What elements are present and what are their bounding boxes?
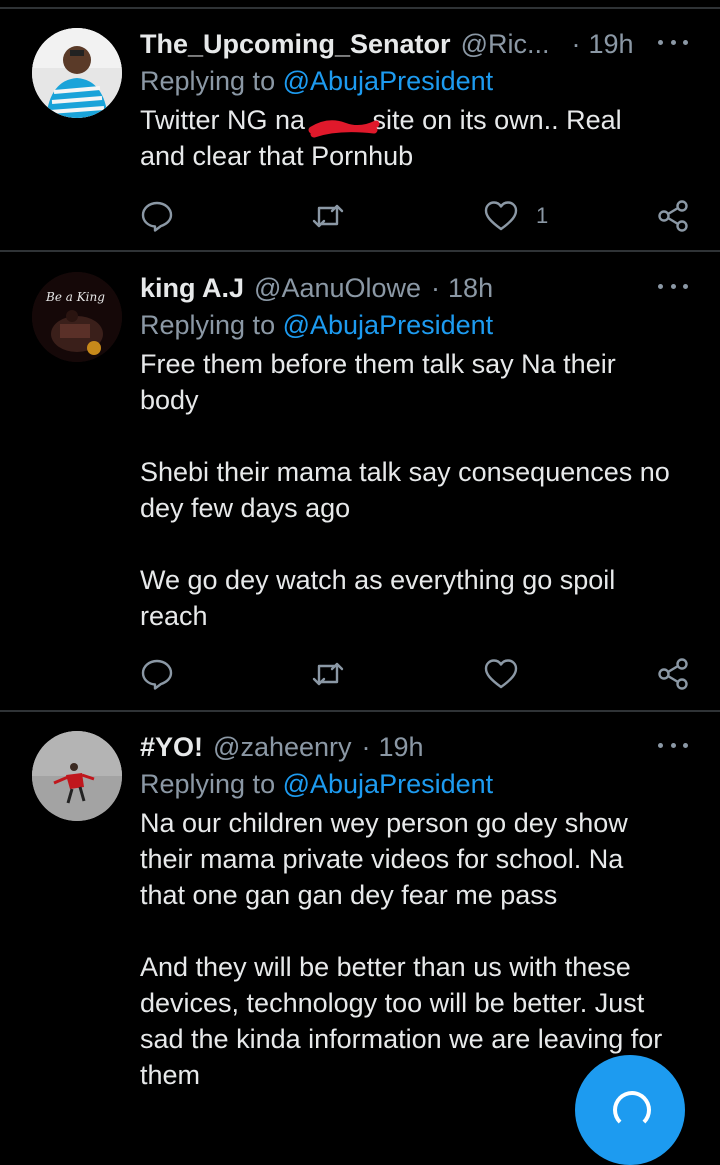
tweet-text: Na our children wey person go dey show t… xyxy=(140,808,663,1090)
compose-button[interactable] xyxy=(575,1055,685,1165)
mention-link[interactable]: @AbujaPresident xyxy=(283,310,494,340)
display-name[interactable]: #YO! xyxy=(140,732,203,763)
avatar-photo xyxy=(32,731,122,821)
more-icon[interactable] xyxy=(658,32,688,52)
divider xyxy=(0,7,720,9)
separator-dot: · xyxy=(361,731,371,762)
like-icon xyxy=(484,201,518,231)
divider xyxy=(0,710,720,712)
tweet-actions xyxy=(140,654,700,694)
separator-dot: · xyxy=(431,272,441,303)
share-icon xyxy=(658,200,688,232)
replying-to-label: Replying to xyxy=(140,310,276,340)
handle[interactable]: @Ric... xyxy=(461,29,550,60)
timestamp[interactable]: 19h xyxy=(379,732,424,763)
mention-link[interactable]: @AbujaPresident xyxy=(283,66,494,96)
comment-icon xyxy=(141,659,173,690)
display-name[interactable]: The_Upcoming_Senator xyxy=(140,29,451,60)
reply-button[interactable] xyxy=(140,654,174,694)
tweet-text: Free them before them talk say Na their … xyxy=(140,349,670,631)
timestamp[interactable]: 19h xyxy=(588,29,633,60)
more-icon[interactable] xyxy=(658,735,688,755)
separator-dot: · xyxy=(571,28,581,59)
replying-to-label: Replying to xyxy=(140,769,276,799)
more-icon[interactable] xyxy=(658,276,688,296)
replying-to: Replying to @AbujaPresident xyxy=(140,66,493,97)
tweet-text: Twitter NG na site on its own.. Real and… xyxy=(140,105,622,171)
replying-to-label: Replying to xyxy=(140,66,276,96)
avatar[interactable]: Be a King xyxy=(32,272,122,362)
retweet-button[interactable] xyxy=(310,196,346,236)
avatar-photo xyxy=(32,28,122,118)
replying-to: Replying to @AbujaPresident xyxy=(140,769,493,800)
retweet-button[interactable] xyxy=(310,654,346,694)
tweet-header: king A.J @AanuOlowe · 18h xyxy=(140,270,493,306)
tweet-actions: 1 xyxy=(140,196,700,236)
tweet-3[interactable]: #YO! @zaheenry · 19h Replying to @AbujaP… xyxy=(0,729,720,1113)
tweet-header: #YO! @zaheenry · 19h xyxy=(140,729,424,765)
compose-icon xyxy=(613,1091,651,1129)
share-button[interactable] xyxy=(656,196,690,236)
like-button[interactable] xyxy=(484,654,518,694)
tweet-2[interactable]: Be a King king A.J @AanuOlowe · 18h Repl… xyxy=(0,270,720,710)
handle[interactable]: @zaheenry xyxy=(213,732,351,763)
like-count: 1 xyxy=(536,203,549,228)
replying-to: Replying to @AbujaPresident xyxy=(140,310,493,341)
redaction-scribble xyxy=(308,120,380,138)
share-button[interactable] xyxy=(656,654,690,694)
divider xyxy=(0,250,720,252)
share-icon xyxy=(658,658,688,690)
avatar-caption: Be a King xyxy=(46,290,105,304)
like-button[interactable]: 1 xyxy=(484,196,548,236)
reply-button[interactable] xyxy=(140,196,174,236)
avatar[interactable] xyxy=(32,731,122,821)
handle[interactable]: @AanuOlowe xyxy=(254,273,421,304)
mention-link[interactable]: @AbujaPresident xyxy=(283,769,494,799)
avatar-photo xyxy=(32,272,122,362)
retweet-icon xyxy=(312,204,344,228)
tweet-1[interactable]: The_Upcoming_Senator @Ric... · 19h Reply… xyxy=(0,26,720,250)
comment-icon xyxy=(141,201,173,232)
tweet-header: The_Upcoming_Senator @Ric... · 19h xyxy=(140,26,634,62)
like-icon xyxy=(484,659,518,689)
avatar[interactable] xyxy=(32,28,122,118)
display-name[interactable]: king A.J xyxy=(140,273,244,304)
timestamp[interactable]: 18h xyxy=(448,273,493,304)
retweet-icon xyxy=(312,662,344,686)
